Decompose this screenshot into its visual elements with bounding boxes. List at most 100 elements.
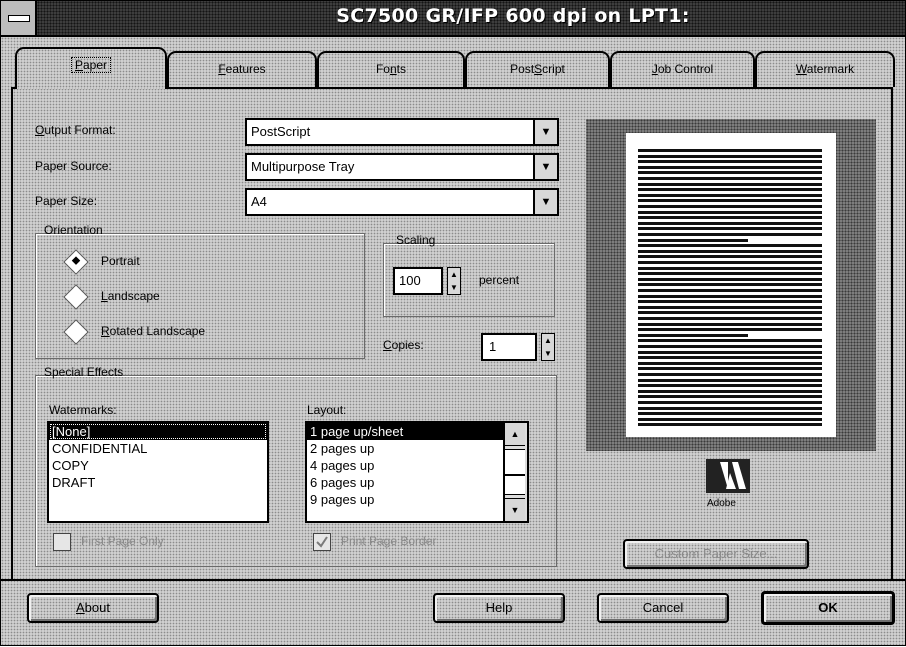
adobe-logo-icon bbox=[706, 459, 750, 493]
page-preview bbox=[586, 119, 876, 451]
ok-button[interactable]: OK bbox=[761, 591, 895, 625]
preview-text-line bbox=[638, 300, 822, 304]
output-format-value: PostScript bbox=[251, 124, 311, 139]
help-button[interactable]: Help bbox=[433, 593, 565, 623]
tab-postscript-label: PostScript bbox=[510, 62, 565, 76]
tab-postscript[interactable]: PostScript bbox=[465, 51, 610, 87]
tab-fonts[interactable]: Fonts bbox=[317, 51, 465, 87]
tab-watermark[interactable]: Watermark bbox=[755, 51, 895, 87]
dropdown-arrow-icon[interactable]: ▼ bbox=[533, 155, 557, 179]
preview-text-line bbox=[638, 367, 822, 371]
preview-text-line bbox=[638, 221, 822, 225]
dropdown-arrow-icon[interactable]: ▼ bbox=[533, 120, 557, 144]
preview-text-line bbox=[638, 277, 822, 281]
preview-text-line bbox=[638, 294, 822, 298]
preview-text-line bbox=[638, 333, 748, 337]
preview-text-line bbox=[638, 238, 748, 242]
scroll-up-icon[interactable]: ▲ bbox=[505, 423, 525, 446]
preview-text-line bbox=[638, 401, 822, 404]
watermarks-label: Watermarks: bbox=[49, 403, 117, 417]
title-bar[interactable]: SC7500 GR/IFP 600 dpi on LPT1: bbox=[1, 1, 905, 37]
print-page-border-label: Print Page Border bbox=[341, 534, 437, 548]
preview-text-line bbox=[638, 149, 822, 152]
preview-text-line bbox=[638, 188, 822, 192]
preview-text-line bbox=[638, 266, 822, 270]
scaling-spin-icon[interactable]: ▲ ▼ bbox=[447, 267, 461, 295]
preview-text-line bbox=[638, 322, 822, 326]
layout-list[interactable]: 1 page up/sheet 2 pages up 4 pages up 6 … bbox=[305, 421, 529, 523]
landscape-label: Landscape bbox=[101, 289, 160, 303]
preview-text-line bbox=[638, 177, 822, 180]
scaling-input[interactable]: 100 bbox=[393, 267, 443, 295]
layout-label: Layout: bbox=[307, 403, 347, 417]
dialog-window: SC7500 GR/IFP 600 dpi on LPT1: Paper Fea… bbox=[0, 0, 906, 646]
first-page-only-checkbox[interactable] bbox=[53, 533, 71, 551]
system-menu-icon bbox=[8, 15, 30, 22]
preview-text-line bbox=[638, 412, 822, 416]
dropdown-arrow-icon[interactable]: ▼ bbox=[533, 190, 557, 214]
list-item[interactable]: [None] bbox=[49, 423, 267, 440]
list-item[interactable]: 6 pages up bbox=[307, 474, 505, 491]
output-format-select[interactable]: PostScript ▼ bbox=[245, 118, 559, 146]
preview-text-line bbox=[638, 283, 822, 287]
print-page-border-checkbox[interactable] bbox=[313, 533, 331, 551]
preview-text-line bbox=[638, 244, 822, 248]
list-item[interactable]: COPY bbox=[49, 457, 267, 474]
preview-text-line bbox=[638, 378, 822, 382]
tab-paper-label: Paper bbox=[70, 57, 112, 73]
tab-strip-border bbox=[167, 87, 893, 89]
paper-size-select[interactable]: A4 ▼ bbox=[245, 188, 559, 216]
tab-fonts-label: Fonts bbox=[375, 62, 407, 76]
paper-source-select[interactable]: Multipurpose Tray ▼ bbox=[245, 153, 559, 181]
copies-value: 1 bbox=[489, 339, 497, 354]
list-item[interactable]: CONFIDENTIAL bbox=[49, 440, 267, 457]
preview-text-line bbox=[638, 227, 822, 231]
tab-features[interactable]: Features bbox=[167, 51, 317, 87]
copies-label: Copies: bbox=[383, 338, 424, 352]
window-title: SC7500 GR/IFP 600 dpi on LPT1: bbox=[336, 5, 690, 27]
scroll-down-icon[interactable]: ▼ bbox=[505, 498, 525, 521]
preview-text-line bbox=[638, 182, 822, 186]
preview-text-line bbox=[638, 373, 822, 376]
preview-text-line bbox=[638, 165, 822, 169]
tab-job-control[interactable]: Job Control bbox=[610, 51, 755, 87]
scroll-thumb[interactable] bbox=[505, 449, 525, 475]
preview-text-line bbox=[638, 171, 822, 175]
list-item[interactable]: 4 pages up bbox=[307, 457, 505, 474]
preview-text-line bbox=[638, 317, 822, 320]
list-item[interactable]: 2 pages up bbox=[307, 440, 505, 457]
copies-spin-icon[interactable]: ▲ ▼ bbox=[541, 333, 555, 361]
preview-text-line bbox=[638, 154, 822, 158]
preview-text-line bbox=[638, 305, 822, 309]
list-item[interactable]: 9 pages up bbox=[307, 491, 505, 508]
tab-watermark-label: Watermark bbox=[795, 62, 855, 76]
layout-scrollbar[interactable]: ▲ ▼ bbox=[503, 423, 527, 521]
preview-text-line bbox=[638, 272, 822, 276]
scaling-value: 100 bbox=[399, 273, 421, 288]
preview-text-line bbox=[638, 289, 822, 292]
list-item[interactable]: 1 page up/sheet bbox=[307, 423, 505, 440]
about-button[interactable]: About bbox=[27, 593, 159, 623]
tab-job-control-label: Job Control bbox=[651, 62, 714, 76]
preview-text-line bbox=[638, 233, 822, 236]
preview-text-line bbox=[638, 339, 822, 343]
preview-text-line bbox=[638, 350, 822, 354]
scroll-track[interactable] bbox=[505, 475, 525, 495]
rotated-landscape-label: Rotated Landscape bbox=[101, 324, 206, 338]
cancel-button[interactable]: Cancel bbox=[597, 593, 729, 623]
preview-text-line bbox=[638, 205, 822, 208]
preview-text-line bbox=[638, 406, 822, 410]
copies-input[interactable]: 1 bbox=[481, 333, 537, 361]
custom-paper-size-button[interactable]: Custom Paper Size... bbox=[623, 539, 809, 569]
system-menu-button[interactable] bbox=[1, 1, 37, 35]
list-item[interactable]: DRAFT bbox=[49, 474, 267, 491]
paper-source-value: Multipurpose Tray bbox=[251, 159, 355, 174]
watermarks-list[interactable]: [None] CONFIDENTIAL COPY DRAFT bbox=[47, 421, 269, 523]
preview-text-line bbox=[638, 193, 822, 197]
preview-text-line bbox=[638, 255, 822, 259]
scaling-unit: percent bbox=[479, 273, 520, 287]
adobe-logo-text: Adobe bbox=[707, 498, 736, 509]
preview-text-line bbox=[638, 210, 822, 214]
tab-paper[interactable]: Paper bbox=[15, 47, 167, 89]
paper-source-label: Paper Source: bbox=[35, 159, 112, 173]
